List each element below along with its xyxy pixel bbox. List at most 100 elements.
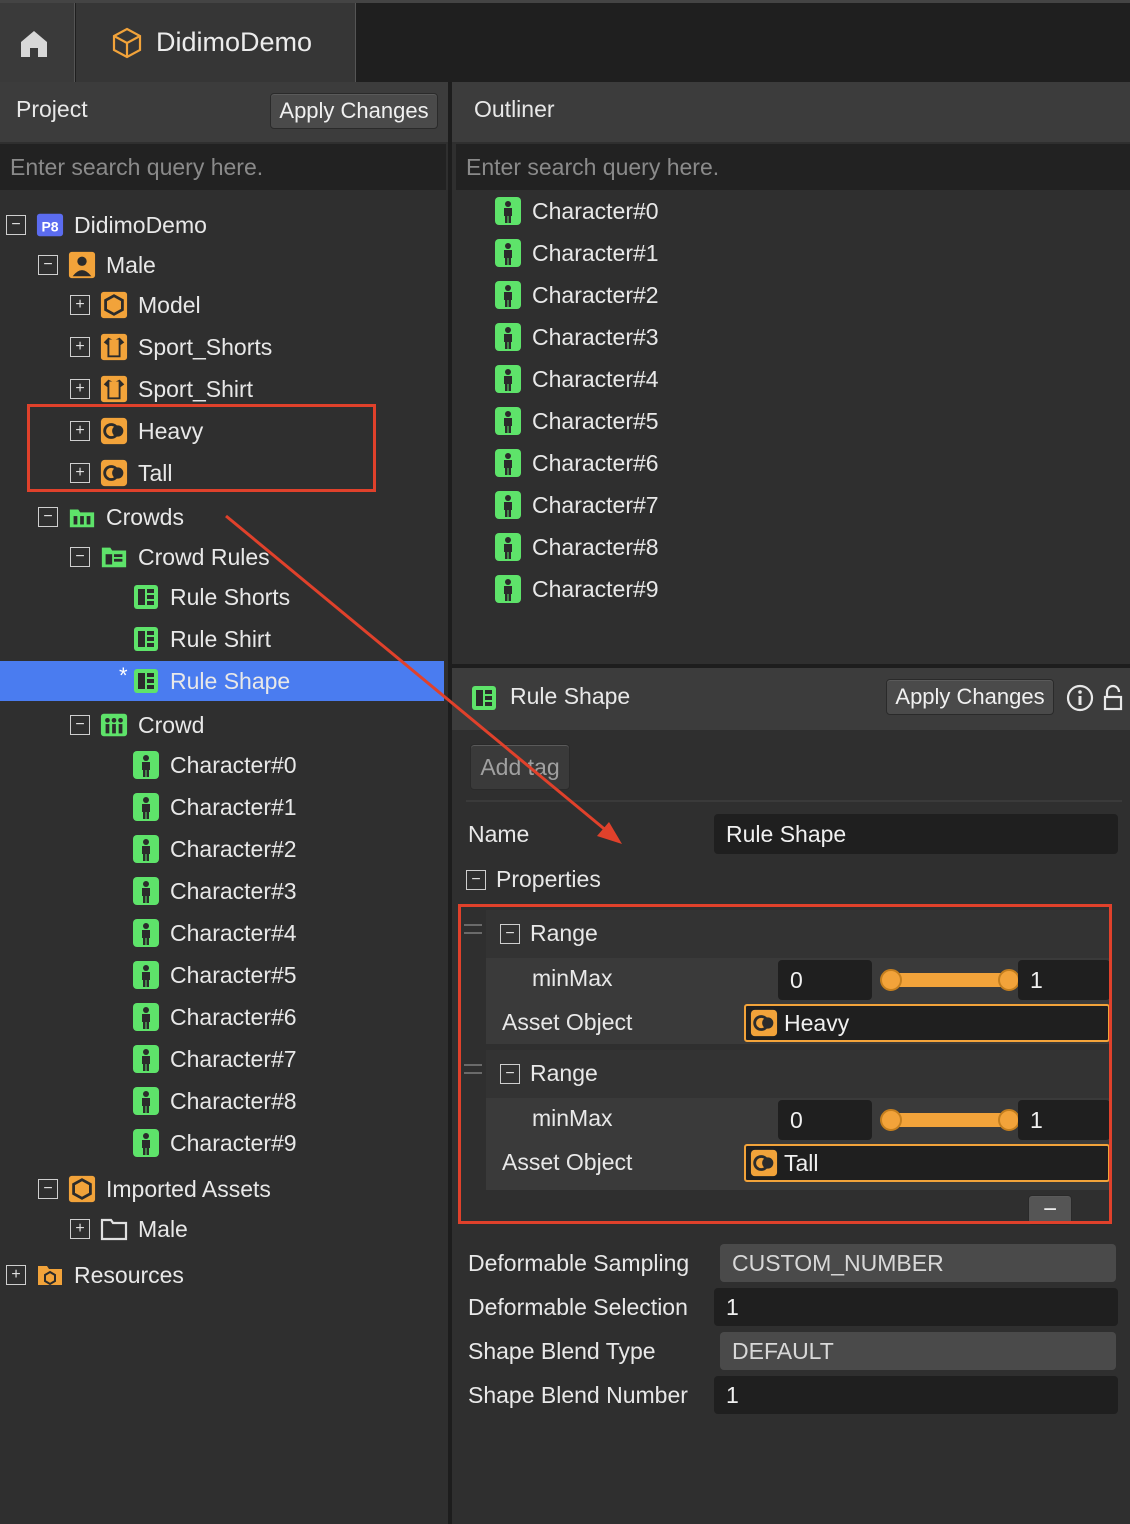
dropdown-field[interactable]: CUSTOM_NUMBER — [720, 1244, 1116, 1282]
character-icon — [494, 197, 522, 225]
home-icon — [21, 31, 47, 57]
tree-item[interactable]: + Resources — [6, 1255, 184, 1295]
modified-marker: * — [119, 663, 128, 688]
tree-item[interactable]: − Crowds — [38, 497, 184, 537]
character-icon — [132, 961, 160, 989]
properties-row[interactable]: − Properties — [466, 866, 601, 893]
outliner-item[interactable]: Character#1 — [494, 233, 659, 273]
field-label: Shape Blend Number — [468, 1382, 688, 1408]
character-icon — [494, 449, 522, 477]
project-header: Project Apply Changes — [0, 82, 448, 142]
character-icon — [494, 407, 522, 435]
field-label: Deformable Selection — [468, 1294, 688, 1320]
info-icon[interactable] — [1066, 684, 1094, 712]
tree-item[interactable]: + Sport_Shorts — [70, 327, 272, 367]
inspector-apply-changes-button[interactable]: Apply Changes — [886, 679, 1054, 715]
outliner-item[interactable]: Character#4 — [494, 359, 659, 399]
dropdown-field[interactable]: DEFAULT — [720, 1332, 1116, 1370]
tree-item[interactable]: Character#6 — [102, 997, 297, 1037]
tree-item[interactable]: Character#5 — [102, 955, 297, 995]
tree-item[interactable]: Character#1 — [102, 787, 297, 827]
tree-item[interactable]: Character#8 — [102, 1081, 297, 1121]
expand-toggle[interactable]: + — [70, 1219, 90, 1239]
tree-item[interactable]: + Male — [70, 1209, 188, 1249]
field-label: Deformable Sampling — [468, 1250, 690, 1276]
outliner-item-label: Character#0 — [532, 197, 659, 224]
tree-item[interactable]: Character#0 — [102, 745, 297, 785]
expand-toggle[interactable]: + — [70, 337, 90, 357]
outliner-item-label: Character#6 — [532, 449, 659, 476]
tree-item-label: Character#7 — [170, 1045, 297, 1072]
tree-item[interactable]: Rule Shirt — [102, 619, 271, 659]
name-field[interactable]: Rule Shape — [714, 814, 1118, 854]
outliner-item[interactable]: Character#3 — [494, 317, 659, 357]
outliner-search-input[interactable]: Enter search query here. — [456, 144, 1130, 190]
collapse-toggle[interactable]: − — [38, 255, 58, 275]
tree-item-label: Sport_Shorts — [138, 333, 273, 360]
outliner-item-label: Character#1 — [532, 239, 659, 266]
tree-item-label: DidimoDemo — [74, 211, 207, 238]
tree-item-label: Character#4 — [170, 919, 297, 946]
home-tab[interactable] — [0, 3, 75, 82]
tree-item[interactable]: − Imported Assets — [38, 1169, 271, 1209]
outliner-item[interactable]: Character#7 — [494, 485, 659, 525]
tree-item[interactable]: − Crowd — [70, 705, 204, 745]
inspector-header: Rule Shape Apply Changes — [452, 668, 1130, 730]
properties-label: Properties — [496, 866, 601, 892]
number-field[interactable]: 1 — [714, 1288, 1118, 1326]
expand-toggle[interactable]: + — [70, 295, 90, 315]
outliner-item[interactable]: Character#2 — [494, 275, 659, 315]
tree-item-label: Male — [106, 251, 156, 278]
outliner-item-label: Character#2 — [532, 281, 659, 308]
tree-item[interactable]: * Rule Shape — [102, 661, 290, 701]
lock-icon[interactable] — [1102, 684, 1124, 712]
tree-item[interactable]: Character#3 — [102, 871, 297, 911]
outliner-item[interactable]: Character#6 — [494, 443, 659, 483]
character-icon — [132, 1087, 160, 1115]
rule-icon — [132, 625, 160, 653]
character-icon — [132, 835, 160, 863]
tree-item[interactable]: Character#7 — [102, 1039, 297, 1079]
add-tag-button[interactable]: Add tag — [470, 744, 570, 790]
character-icon — [132, 1003, 160, 1031]
tree-item[interactable]: − P8 DidimoDemo — [6, 205, 207, 245]
rule-icon — [132, 667, 160, 695]
outliner-item-label: Character#8 — [532, 533, 659, 560]
tree-item[interactable]: + Model — [70, 285, 201, 325]
collapse-toggle[interactable]: − — [466, 869, 486, 890]
tree-item-label: Model — [138, 291, 201, 318]
tree-item[interactable]: + Sport_Shirt — [70, 369, 253, 409]
project-title: Project — [16, 96, 88, 122]
collapse-toggle[interactable]: − — [38, 507, 58, 527]
collapse-toggle[interactable]: − — [70, 715, 90, 735]
outliner-item[interactable]: Character#5 — [494, 401, 659, 441]
project-apply-changes-button[interactable]: Apply Changes — [270, 93, 438, 129]
tree-item-label: Character#1 — [170, 793, 297, 820]
tree-item-label: Character#6 — [170, 1003, 297, 1030]
rule-icon — [470, 684, 498, 712]
number-field[interactable]: 1 — [714, 1376, 1118, 1414]
tree-item[interactable]: Character#4 — [102, 913, 297, 953]
collapse-toggle[interactable]: − — [38, 1179, 58, 1199]
collapse-toggle[interactable]: − — [70, 547, 90, 567]
outliner-item[interactable]: Character#8 — [494, 527, 659, 567]
tree-item-label: Character#0 — [170, 751, 297, 778]
tree-item[interactable]: Character#9 — [102, 1123, 297, 1163]
right-panel: Outliner Enter search query here. Charac… — [452, 82, 1130, 1524]
hexagon-model-icon — [68, 1175, 96, 1203]
outliner-header: Outliner — [452, 82, 1130, 142]
expand-toggle[interactable]: + — [6, 1265, 26, 1285]
tree-item[interactable]: − Male — [38, 245, 156, 285]
outliner-item[interactable]: Character#0 — [494, 191, 659, 231]
expand-toggle[interactable]: + — [70, 379, 90, 399]
field-label: Shape Blend Type — [468, 1338, 656, 1364]
tree-item-label: Male — [138, 1215, 188, 1242]
project-panel: Project Apply Changes Enter search query… — [0, 82, 448, 1524]
tree-item[interactable]: − Crowd Rules — [70, 537, 270, 577]
tree-item[interactable]: Character#2 — [102, 829, 297, 869]
tab-didimodemo[interactable]: DidimoDemo — [76, 3, 356, 82]
project-search-input[interactable]: Enter search query here. — [0, 144, 446, 190]
tree-item[interactable]: Rule Shorts — [102, 577, 290, 617]
collapse-toggle[interactable]: − — [6, 215, 26, 235]
outliner-item[interactable]: Character#9 — [494, 569, 659, 609]
